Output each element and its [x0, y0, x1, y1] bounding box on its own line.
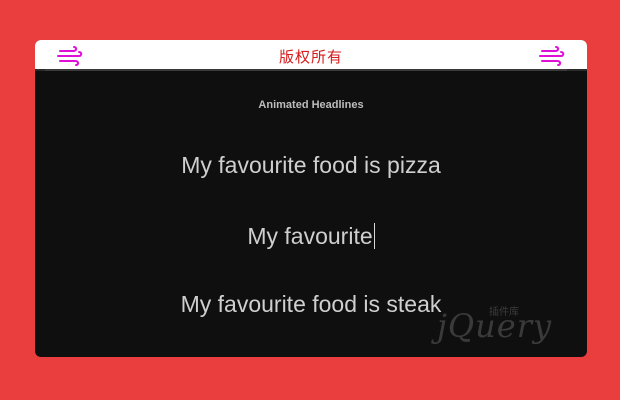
- headline-1-text: My favourite food is pizza: [181, 152, 441, 178]
- top-bar: 版权所有: [35, 40, 587, 71]
- text-cursor: [373, 223, 375, 249]
- headline-1: My favourite food is pizza: [35, 152, 587, 179]
- demo-card: 版权所有 Animated Headlines My favourite foo…: [35, 40, 587, 357]
- jquery-watermark: jQuery 插件库: [437, 299, 567, 351]
- watermark-subtext: 插件库: [489, 307, 519, 318]
- page-title: 版权所有: [278, 48, 343, 66]
- wind-icon[interactable]: [539, 46, 565, 66]
- headline-2: My favourite: [35, 223, 587, 250]
- topbar-underline: [45, 69, 567, 71]
- section-subtitle: Animated Headlines: [258, 99, 364, 111]
- headline-3-text: My favourite food is steak: [180, 291, 442, 317]
- headline-2-text: My favourite: [247, 223, 373, 249]
